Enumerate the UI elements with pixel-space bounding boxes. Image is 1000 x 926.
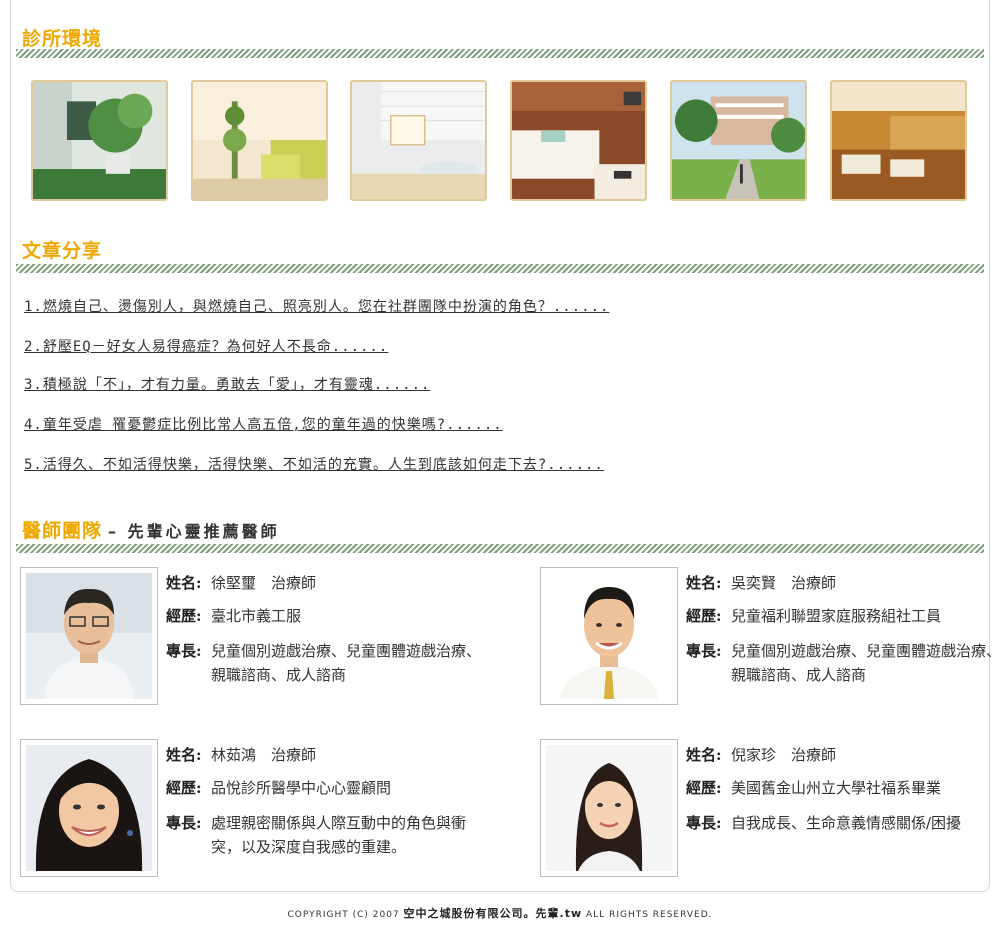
name-label: 姓名: [166,574,202,592]
name-label: 姓名: [686,746,722,764]
doctor-specialty: 兒童個別遊戲治療、兒童團體遊戲治療、親職諮商、成人諮商 [731,642,1000,684]
team-section-title: 醫師團隊 – 先輩心靈推薦醫師 [22,516,280,543]
article-link[interactable]: 2.舒壓EQ－好女人易得癌症？為何好人不長命...... [24,336,388,356]
doctor-experience: 兒童福利聯盟家庭服務組社工員 [731,607,942,625]
section-divider [16,264,984,273]
experience-label: 經歷: [166,607,202,625]
team-subtitle: – 先輩心靈推薦醫師 [108,522,280,541]
article-link[interactable]: 1.燃燒自己、燙傷別人，與燃燒自己、照亮別人。您在社群團隊中扮演的角色？....… [24,296,609,316]
article-link[interactable]: 5.活得久、不如活得快樂，活得快樂、不如活的充實。人生到底該如何走下去?....… [24,454,604,474]
specialty-label: 專長: [686,814,722,832]
doctor-card: 姓名: 吳奕賢 治療師 經歷: 兒童福利聯盟家庭服務組社工員 專長: 兒童個別遊戲治療… [540,567,1000,707]
clinic-photo-bed-room[interactable] [510,80,647,201]
experience-label: 經歷: [166,779,202,797]
doctor-experience: 臺北市義工服 [211,607,302,625]
doctor-name: 徐堅璽 治療師 [211,574,317,592]
section-divider [16,49,984,58]
clinic-section-title: 診所環境 [22,28,103,50]
specialty-label: 專長: [686,642,722,660]
company-name: 空中之城股份有限公司。先輩.tw [403,907,583,920]
clinic-photo-plants[interactable] [31,80,168,201]
doctor-photo[interactable] [20,567,158,705]
specialty-label: 專長: [166,642,202,660]
clinic-photo-garden[interactable] [670,80,807,201]
name-label: 姓名: [686,574,722,592]
experience-label: 經歷: [686,607,722,625]
doctor-card: 姓名: 徐堅璽 治療師 經歷: 臺北市義工服 專長: 兒童個別遊戲治療、兒童團體遊戲治… [20,567,481,707]
specialty-label: 專長: [166,814,202,832]
doctor-specialty: 兒童個別遊戲治療、兒童團體遊戲治療、親職諮商、成人諮商 [211,642,482,684]
doctor-experience: 美國舊金山州立大學社福系畢業 [731,779,942,797]
section-divider [16,544,984,553]
doctor-name: 林茹鴻 治療師 [211,746,317,764]
doctor-experience: 品悅診所醫學中心心靈顧問 [211,779,392,797]
experience-label: 經歷: [686,779,722,797]
copyright-suffix: ALL RIGHTS RESERVED. [586,910,713,920]
doctor-name: 倪家珍 治療師 [731,746,837,764]
doctor-card: 姓名: 倪家珍 治療師 經歷: 美國舊金山州立大學社福系畢業 專長: 自我成長、生命意… [540,739,1000,879]
clinic-photo-lounge[interactable] [191,80,328,201]
doctor-specialty: 處理親密關係與人際互動中的角色與衝突，以及深度自我感的重建。 [211,814,467,856]
articles-section-title: 文章分享 [22,240,103,262]
doctor-photo[interactable] [540,739,678,877]
doctor-card: 姓名: 林茹鴻 治療師 經歷: 品悅診所醫學中心心靈顧問 專長: 處理親密關係與人際互… [20,739,480,879]
team-title: 醫師團隊 [22,520,103,542]
doctor-photo[interactable] [540,567,678,705]
copyright-prefix: COPYRIGHT (C) 2007 [287,910,400,920]
article-link[interactable]: 4.童年受虐 罹憂鬱症比例比常人高五倍,您的童年過的快樂嗎?...... [24,414,503,434]
clinic-photo-gallery [31,80,971,206]
doctor-name: 吳奕賢 治療師 [731,574,837,592]
doctor-photo[interactable] [20,739,158,877]
doctor-specialty: 自我成長、生命意義情感關係/困擾 [731,814,962,832]
name-label: 姓名: [166,746,202,764]
clinic-photo-dining[interactable] [830,80,967,201]
article-link[interactable]: 3.積極說「不」，才有力量。勇敢去「愛」，才有靈魂...... [24,374,430,394]
footer-copyright: COPYRIGHT (C) 2007 空中之城股份有限公司。先輩.tw ALL … [0,905,1000,921]
clinic-photo-counsel-room[interactable] [350,80,487,201]
